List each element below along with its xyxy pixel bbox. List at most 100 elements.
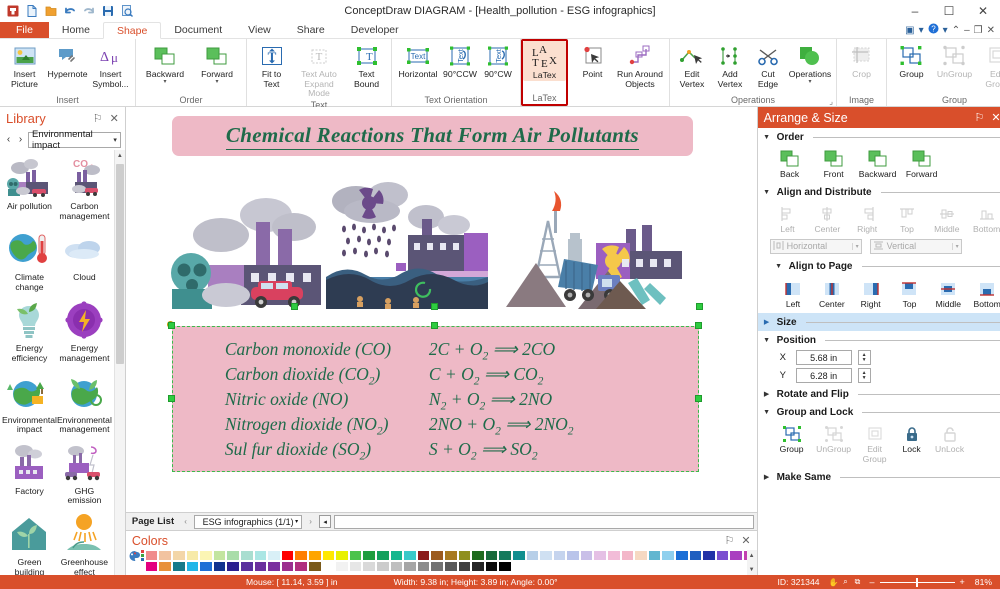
selection-handle[interactable]	[290, 303, 298, 310]
color-swatch[interactable]	[715, 550, 730, 561]
color-swatch[interactable]	[294, 550, 308, 561]
tab-file[interactable]: File	[0, 22, 49, 38]
arrange-pin-icon[interactable]: ⚐	[975, 111, 985, 124]
tab-share[interactable]: Share	[284, 22, 338, 38]
color-swatch[interactable]	[620, 550, 635, 561]
page-prev-icon[interactable]: ‹	[180, 515, 191, 528]
color-swatch[interactable]	[362, 561, 376, 572]
fit-page-icon[interactable]: ⧉	[852, 577, 864, 588]
library-item-climate-change[interactable]: Climate change	[2, 225, 57, 296]
color-swatch[interactable]	[471, 561, 485, 572]
color-swatch[interactable]	[702, 550, 716, 561]
color-swatch[interactable]	[511, 550, 526, 561]
text-bound-button[interactable]: T Text Bound	[345, 40, 388, 89]
layout-dropdown-icon[interactable]: ▾	[919, 25, 924, 36]
color-swatch[interactable]	[253, 561, 268, 572]
page-align-left-button[interactable]: Left	[774, 278, 813, 309]
ungroup-button[interactable]: UnGroup	[812, 423, 856, 464]
send-to-back-button[interactable]: Back	[768, 148, 812, 179]
color-swatch[interactable]	[240, 550, 254, 561]
color-swatch[interactable]	[185, 561, 200, 572]
distribute-vertical-select[interactable]: Vertical ▾	[869, 238, 962, 254]
insert-symbol-button[interactable]: Δμ Insert Symbol...	[89, 40, 132, 89]
page-align-middle-button[interactable]: Middle	[929, 278, 968, 309]
color-swatch[interactable]	[416, 561, 431, 572]
color-swatch[interactable]	[267, 561, 281, 572]
colors-scrollbar[interactable]: ▲ ▼	[746, 550, 757, 575]
send-backward-button[interactable]: Backward ▾	[139, 40, 191, 85]
selection-handle-topleft[interactable]	[167, 322, 175, 329]
color-swatch[interactable]	[688, 550, 703, 561]
run-around-objects-button[interactable]: Run Around Objects	[614, 40, 666, 89]
hand-tool-icon[interactable]: ✋	[828, 577, 840, 588]
tab-shape[interactable]: Shape	[102, 22, 162, 39]
tab-view[interactable]: View	[235, 22, 284, 38]
save-icon[interactable]	[101, 4, 115, 18]
library-item-carbon-management[interactable]: CO2 Carbon management	[57, 154, 112, 225]
text-auto-expand-button[interactable]: T Text Auto Expand Mode	[293, 40, 345, 99]
color-swatch[interactable]	[471, 550, 485, 561]
chevron-down-icon[interactable]: ▾	[951, 242, 959, 250]
zoom-out-button[interactable]: –	[870, 577, 875, 587]
color-swatch[interactable]	[226, 550, 241, 561]
text-horizontal-button[interactable]: Text Horizontal	[395, 40, 441, 80]
redo-icon[interactable]	[82, 4, 96, 18]
color-swatch[interactable]	[308, 561, 322, 572]
library-category-select[interactable]: Environmental impact ▾	[28, 129, 121, 151]
position-x-input[interactable]: 5.68 in	[795, 350, 852, 366]
color-swatch[interactable]	[525, 550, 540, 561]
help-icon[interactable]: ?	[928, 23, 939, 37]
color-swatch[interactable]	[375, 561, 390, 572]
text-rotate-ccw-button[interactable]: Text 90°CCW	[441, 40, 479, 80]
color-swatch-strip[interactable]: ▲ ▼	[126, 550, 757, 575]
library-scrollbar[interactable]: ▲	[113, 150, 125, 575]
cut-edge-button[interactable]: Cut Edge	[749, 40, 787, 89]
scroll-up-icon[interactable]: ▲	[747, 550, 757, 561]
group-button[interactable]: Group	[890, 40, 933, 80]
library-item-ghg-emission[interactable]: GHG emission	[57, 439, 112, 510]
ribbon-collapse-icon[interactable]: ⌃	[952, 25, 960, 36]
restore-doc-icon[interactable]: ❐	[974, 25, 983, 36]
color-swatch[interactable]	[212, 550, 227, 561]
distribute-horizontal-select[interactable]: Horizontal ▾	[769, 238, 862, 254]
ungroup-button[interactable]: UnGroup	[933, 40, 976, 80]
selection-handle[interactable]	[430, 303, 438, 310]
selection-handle-topright[interactable]	[694, 322, 702, 329]
tab-developer[interactable]: Developer	[338, 22, 412, 38]
library-scroll-thumb[interactable]	[115, 164, 124, 364]
position-y-input[interactable]: 6.28 in	[795, 368, 852, 384]
page-name-field[interactable]	[334, 514, 754, 529]
color-swatch[interactable]	[172, 561, 186, 572]
color-swatch[interactable]	[729, 550, 743, 561]
align-left-button[interactable]: Left	[768, 203, 808, 234]
color-swatch[interactable]	[457, 561, 472, 572]
canvas-title-shape[interactable]: Chemical Reactions That Form Air Polluta…	[171, 116, 693, 156]
operations-button[interactable]: Operations ▾	[787, 40, 833, 85]
open-document-icon[interactable]	[44, 4, 58, 18]
color-swatch[interactable]	[158, 561, 173, 572]
section-position-header[interactable]: ▼ Position	[758, 331, 1000, 349]
library-item-greenhouse-effect[interactable]: Greenhouse effect	[57, 510, 112, 575]
color-swatch[interactable]	[240, 561, 254, 572]
page-align-center-button[interactable]: Center	[812, 278, 851, 309]
page-select[interactable]: ESG infographics (1/1) ▾	[194, 514, 303, 529]
color-swatch[interactable]	[362, 550, 376, 561]
lock-button[interactable]: Lock	[894, 423, 930, 464]
section-align-to-page-header[interactable]: ▼ Align to Page	[758, 258, 1000, 276]
zoom-level[interactable]: 81%	[975, 577, 992, 587]
color-swatch[interactable]	[403, 561, 417, 572]
color-swatch-row[interactable]	[144, 561, 757, 572]
color-swatch[interactable]	[185, 550, 200, 561]
bring-forward-button[interactable]: Forward ▾	[191, 40, 243, 85]
library-item-green-building[interactable]: Green building	[2, 510, 57, 575]
color-swatch[interactable]	[661, 550, 676, 561]
library-item-cloud[interactable]: Cloud	[57, 225, 112, 296]
color-swatch[interactable]	[144, 561, 159, 572]
color-swatch[interactable]	[566, 550, 580, 561]
color-swatch[interactable]	[607, 550, 621, 561]
align-bottom-button[interactable]: Bottom	[967, 203, 1000, 234]
color-swatch[interactable]	[308, 550, 322, 561]
color-swatch[interactable]	[375, 550, 390, 561]
section-make-same-header[interactable]: ▶ Make Same	[758, 468, 1000, 486]
position-x-stepper[interactable]: ▲ ▼	[857, 350, 871, 366]
